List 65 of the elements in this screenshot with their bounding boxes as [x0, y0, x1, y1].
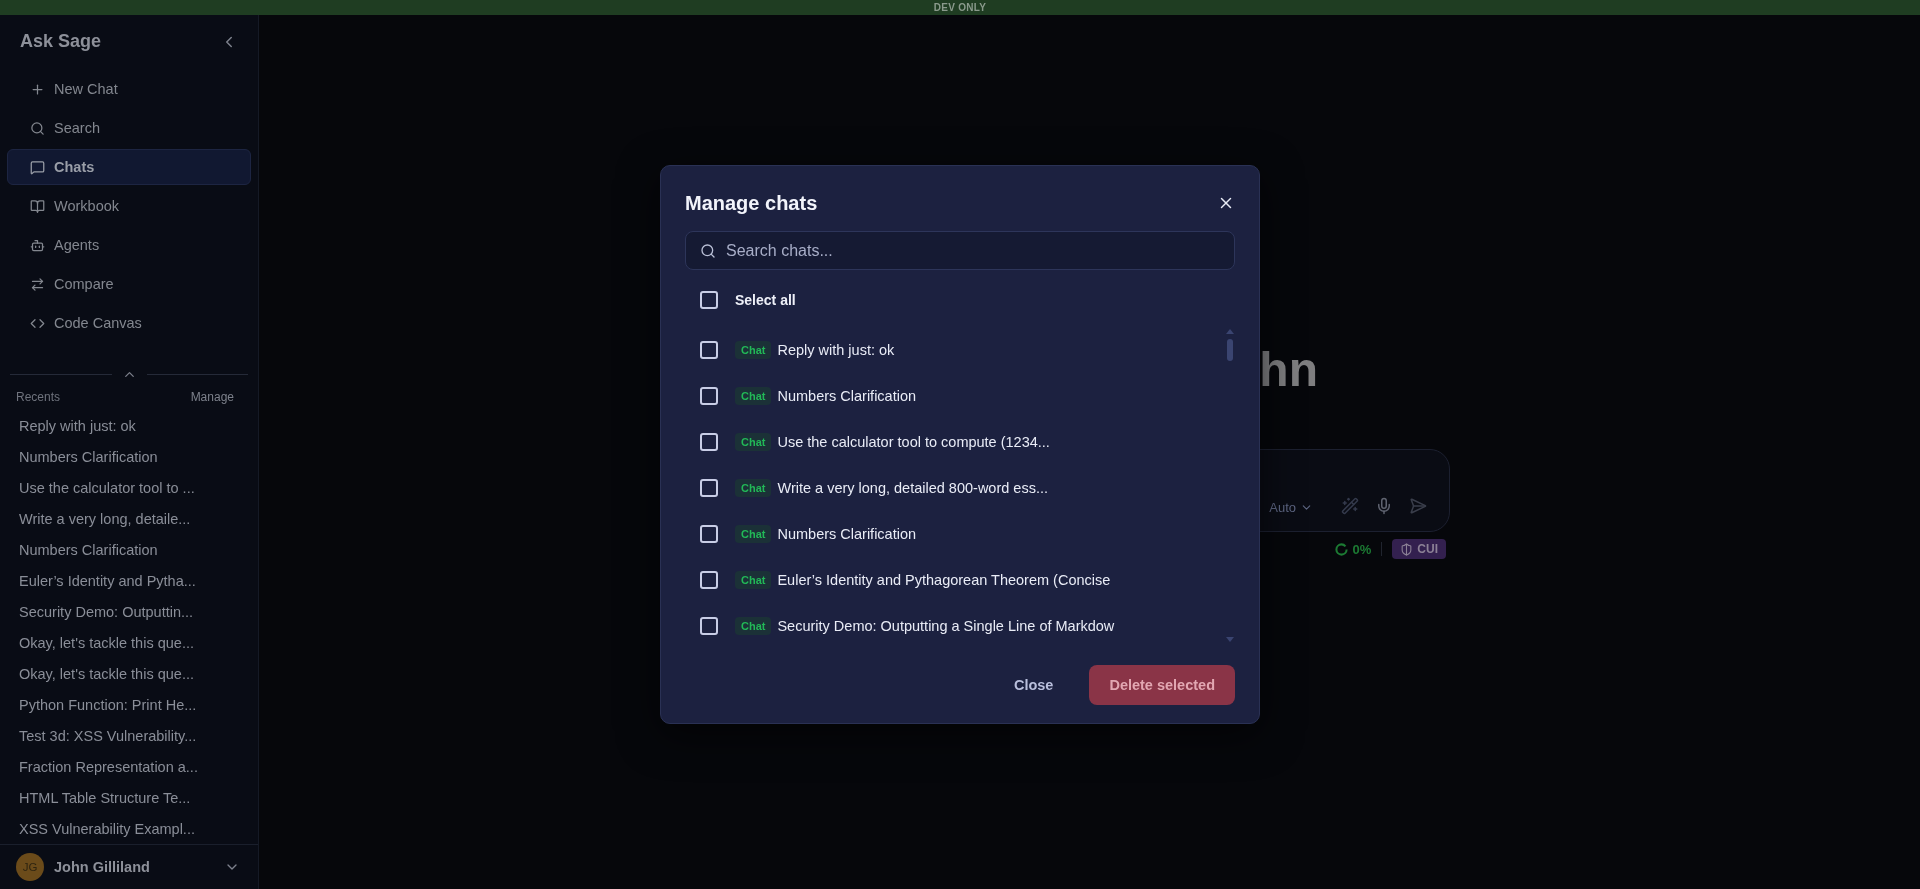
plus-icon	[30, 81, 45, 97]
recent-chat[interactable]: Security Demo: Outputtin...	[8, 596, 250, 627]
recent-chat[interactable]: HTML Table Structure Te...	[8, 782, 250, 813]
recent-chat[interactable]: Okay, let's tackle this que...	[8, 658, 250, 689]
arrows-icon	[30, 276, 45, 292]
recent-chat[interactable]: Reply with just: ok	[8, 410, 250, 441]
checkbox[interactable]	[700, 571, 718, 589]
user-name: John Gilliland	[54, 859, 151, 875]
chat-tag: Chat	[735, 617, 772, 635]
chat-tag: Chat	[735, 387, 772, 405]
chat-tag: Chat	[735, 479, 772, 497]
nav-item[interactable]: Search	[7, 110, 251, 146]
microphone-icon[interactable]	[1375, 497, 1393, 515]
nav-item[interactable]: Agents	[7, 227, 251, 263]
recent-chat[interactable]: Okay, let's tackle this que...	[8, 627, 250, 658]
recent-chat[interactable]: Numbers Clarification	[8, 441, 250, 472]
chat-title: Numbers Clarification	[777, 526, 917, 542]
recent-chat[interactable]: Euler’s Identity and Pytha...	[8, 565, 250, 596]
chat-bubble-icon	[30, 159, 45, 175]
select-all-label: Select all	[735, 292, 796, 308]
close-button[interactable]: Close	[1013, 665, 1054, 705]
nav-item[interactable]: Chats	[7, 149, 251, 185]
recent-chat[interactable]: Write a very long, detaile...	[8, 503, 250, 534]
recent-chat[interactable]: Fraction Representation a...	[8, 751, 250, 782]
chat-title: Euler’s Identity and Pythagorean Theorem (Concise	[777, 572, 1111, 588]
checkbox[interactable]	[700, 433, 718, 451]
nav-item[interactable]: New Chat	[7, 71, 251, 107]
chat-tag: Chat	[735, 433, 772, 451]
search-icon	[700, 242, 716, 259]
checkbox[interactable]	[700, 617, 718, 635]
scrollbar[interactable]	[1225, 327, 1235, 643]
recent-chat[interactable]: Python Function: Print He...	[8, 689, 250, 720]
chat-title: Security Demo: Outputting a Single Line of Markdow	[777, 618, 1115, 634]
recent-chat[interactable]: Numbers Clarification	[8, 534, 250, 565]
checkbox[interactable]	[700, 341, 718, 359]
ring-icon	[1334, 542, 1348, 556]
chat-tag: Chat	[735, 571, 772, 589]
recent-chat[interactable]: XSS Vulnerability Exampl...	[8, 813, 250, 844]
app-title: Ask Sage	[20, 31, 102, 52]
greeting: hn	[1259, 343, 1318, 396]
dev-banner: DEV ONLY	[0, 0, 1920, 15]
search-icon	[30, 120, 45, 136]
chat-title: Use the calculator tool to compute (1234...	[777, 434, 1050, 450]
recent-chat[interactable]: Test 3d: XSS Vulnerability...	[8, 720, 250, 751]
chat-tag: Chat	[735, 525, 772, 543]
usage-percent: 0%	[1352, 541, 1372, 557]
checkbox[interactable]	[700, 387, 718, 405]
book-icon	[30, 198, 45, 214]
recents-label: Recents	[16, 390, 61, 404]
recent-chat[interactable]: Use the calculator tool to ...	[8, 472, 250, 503]
chat-title: Reply with just: ok	[777, 342, 895, 358]
badge-label: CUI	[1417, 542, 1438, 556]
nav-item[interactable]: Compare	[7, 266, 251, 302]
checkbox[interactable]	[700, 291, 718, 309]
manage-link[interactable]: Manage	[190, 390, 234, 404]
nav-item[interactable]: Workbook	[7, 188, 251, 224]
checkbox[interactable]	[700, 525, 718, 543]
checkbox[interactable]	[700, 479, 718, 497]
chat-title: Numbers Clarification	[777, 388, 917, 404]
nav-item[interactable]: Code Canvas	[7, 305, 251, 341]
chat-tag: Chat	[735, 341, 772, 359]
chat-title: Write a very long, detailed 800-word ess...	[777, 480, 1048, 496]
robot-icon	[30, 237, 45, 253]
dialog-title: Manage chats	[685, 191, 818, 215]
shield-icon	[1400, 542, 1414, 556]
